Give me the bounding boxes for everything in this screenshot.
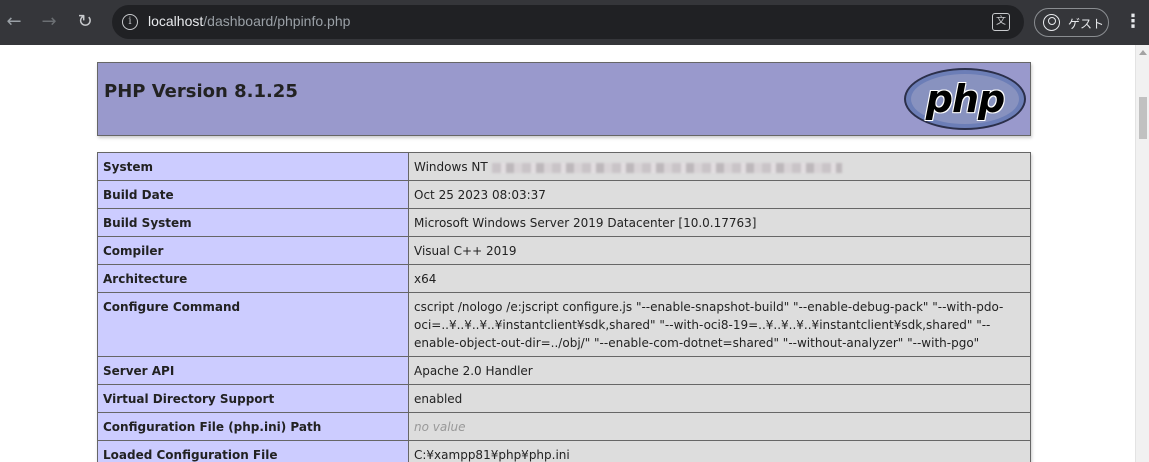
php-logo-text: php — [925, 77, 1005, 121]
url-path: /dashboard/phpinfo.php — [203, 13, 351, 29]
row-label: Build Date — [97, 180, 409, 209]
row-value-text: Windows NT — [414, 160, 488, 174]
scroll-thumb[interactable] — [1139, 97, 1147, 139]
row-label: Compiler — [97, 236, 409, 265]
row-label: Configure Command — [97, 292, 409, 357]
php-logo-oval: php — [911, 74, 1019, 124]
row-value: Windows NT — [408, 152, 1031, 181]
row-value: x64 — [408, 264, 1031, 293]
row-label: Architecture — [97, 264, 409, 293]
php-info-table: System Windows NT Build Date Oct 25 2023 08… — [97, 152, 1031, 462]
table-row: Architecture x64 — [97, 264, 1031, 293]
row-label: Build System — [97, 208, 409, 237]
row-label: Virtual Directory Support — [97, 384, 409, 413]
table-row: System Windows NT — [97, 152, 1031, 181]
url-host: localhost — [148, 13, 204, 29]
browser-toolbar: ← → ↻ i localhost/dashboard/phpinfo.php … — [0, 0, 1149, 45]
profile-label: ゲスト — [1068, 17, 1105, 31]
row-value: cscript /nologo /e:jscript configure.js … — [408, 292, 1031, 357]
table-row: Configuration File (php.ini) Path no valu… — [97, 412, 1031, 441]
url-text[interactable]: localhost/dashboard/phpinfo.php — [148, 13, 350, 29]
php-version-header: PHP Version 8.1.25 php — [97, 62, 1031, 136]
row-value: Visual C++ 2019 — [408, 236, 1031, 265]
table-row: Compiler Visual C++ 2019 — [97, 236, 1031, 265]
row-label: System — [97, 152, 409, 181]
row-value: C:¥xampp81¥php¥php.ini — [408, 440, 1031, 462]
profile-button[interactable]: ゲスト — [1034, 8, 1109, 37]
reload-icon[interactable]: ↻ — [73, 10, 97, 34]
scroll-up-arrow-icon[interactable] — [1139, 50, 1147, 55]
table-row: Configure Command cscript /nologo /e:jscr… — [97, 292, 1031, 357]
table-row: Build System Microsoft Windows Server 201… — [97, 208, 1031, 237]
row-label: Loaded Configuration File — [97, 440, 409, 462]
address-bar[interactable]: i localhost/dashboard/phpinfo.php 文 — [112, 5, 1024, 39]
table-row: Loaded Configuration File C:¥xampp81¥php¥… — [97, 440, 1031, 462]
arrow-left-icon[interactable]: ← — [2, 10, 26, 34]
info-icon[interactable]: i — [122, 14, 138, 30]
table-row: Virtual Directory Support enabled — [97, 384, 1031, 413]
row-value: Microsoft Windows Server 2019 Datacenter… — [408, 208, 1031, 237]
page-title: PHP Version 8.1.25 — [104, 81, 298, 102]
table-row: Build Date Oct 25 2023 08:03:37 — [97, 180, 1031, 209]
row-value: Apache 2.0 Handler — [408, 356, 1031, 385]
row-label: Configuration File (php.ini) Path — [97, 412, 409, 441]
php-logo[interactable]: php — [904, 68, 1026, 130]
vertical-scrollbar[interactable] — [1135, 45, 1149, 462]
row-label: Server API — [97, 356, 409, 385]
arrow-right-icon[interactable]: → — [37, 10, 61, 34]
row-value: enabled — [408, 384, 1031, 413]
redacted-text — [491, 162, 842, 173]
row-value: no value — [408, 412, 1031, 441]
table-row: Server API Apache 2.0 Handler — [97, 356, 1031, 385]
translate-icon[interactable]: 文 — [992, 13, 1010, 31]
row-value: Oct 25 2023 08:03:37 — [408, 180, 1031, 209]
profile-icon — [1043, 14, 1060, 31]
kebab-menu-icon[interactable]: ⋮ — [1124, 10, 1142, 34]
